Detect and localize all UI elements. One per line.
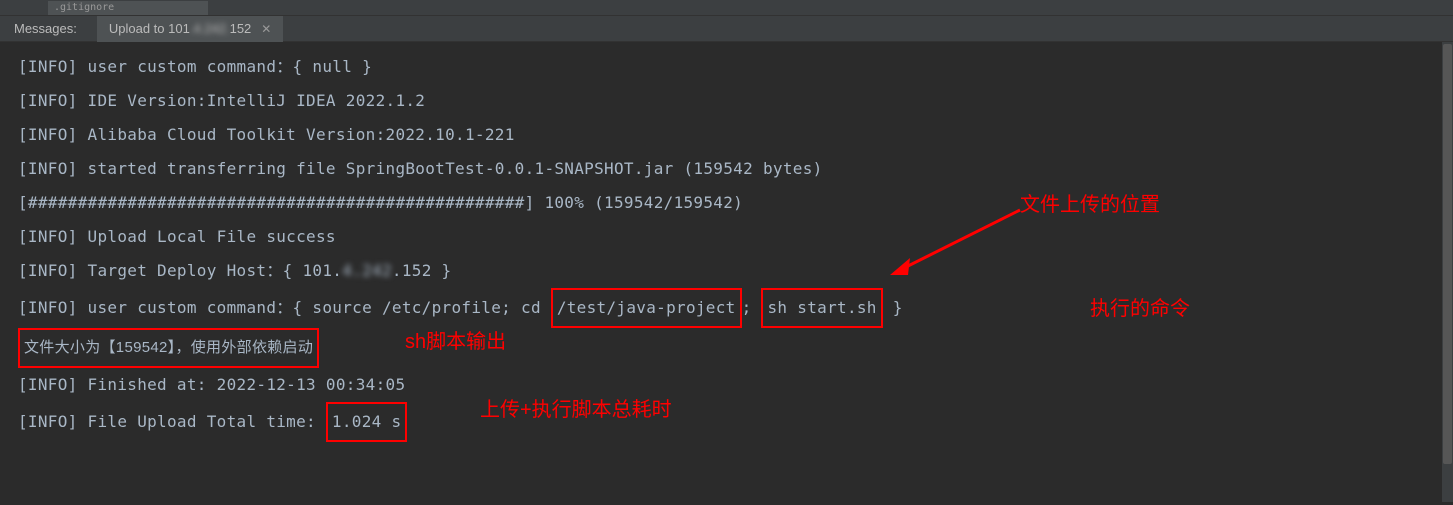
log-line: [#######################################… — [18, 186, 1435, 220]
scrollbar-thumb[interactable] — [1443, 44, 1452, 464]
log-line: [INFO] IDE Version:IntelliJ IDEA 2022.1.… — [18, 84, 1435, 118]
log-line: [INFO] File Upload Total time: 1.024 s — [18, 402, 1435, 442]
annotation-upload-location: 文件上传的位置 — [1020, 188, 1160, 217]
log-line: [INFO] user custom command：{ null } — [18, 50, 1435, 84]
editor-tab[interactable]: .gitignore — [48, 1, 208, 15]
tab-label: .gitignore — [54, 2, 114, 13]
highlight-sh-output: 文件大小为【159542】，使用外部依赖启动 — [18, 328, 319, 368]
log-line: [INFO] user custom command：{ source /etc… — [18, 288, 1435, 328]
editor-tabs-bar: .gitignore — [0, 0, 1453, 16]
highlight-path: /test/java-project — [551, 288, 742, 328]
log-line: [INFO] Alibaba Cloud Toolkit Version:202… — [18, 118, 1435, 152]
log-line: [INFO] started transferring file SpringB… — [18, 152, 1435, 186]
tab-text: Upload to 101.4.242.152 — [109, 21, 251, 36]
log-line: [INFO] Upload Local File success — [18, 220, 1435, 254]
messages-label: Messages: — [14, 21, 77, 36]
annotation-sh-output: sh脚本输出 — [405, 325, 506, 354]
log-line: [INFO] Target Deploy Host：{ 101.4.242.15… — [18, 254, 1435, 288]
console-output: [INFO] user custom command：{ null } [INF… — [0, 42, 1453, 450]
messages-toolbar: Messages: Upload to 101.4.242.152 ✕ — [0, 16, 1453, 42]
annotation-exec-command: 执行的命令 — [1090, 292, 1190, 321]
annotation-total-time: 上传+执行脚本总耗时 — [480, 393, 672, 422]
log-line: 文件大小为【159542】，使用外部依赖启动 — [18, 328, 1435, 368]
highlight-time: 1.024 s — [326, 402, 408, 442]
messages-tab[interactable]: Upload to 101.4.242.152 ✕ — [97, 16, 283, 42]
log-line: [INFO] Finished at: 2022-12-13 00:34:05 — [18, 368, 1435, 402]
close-icon[interactable]: ✕ — [261, 22, 271, 36]
highlight-command: sh start.sh — [761, 288, 882, 328]
